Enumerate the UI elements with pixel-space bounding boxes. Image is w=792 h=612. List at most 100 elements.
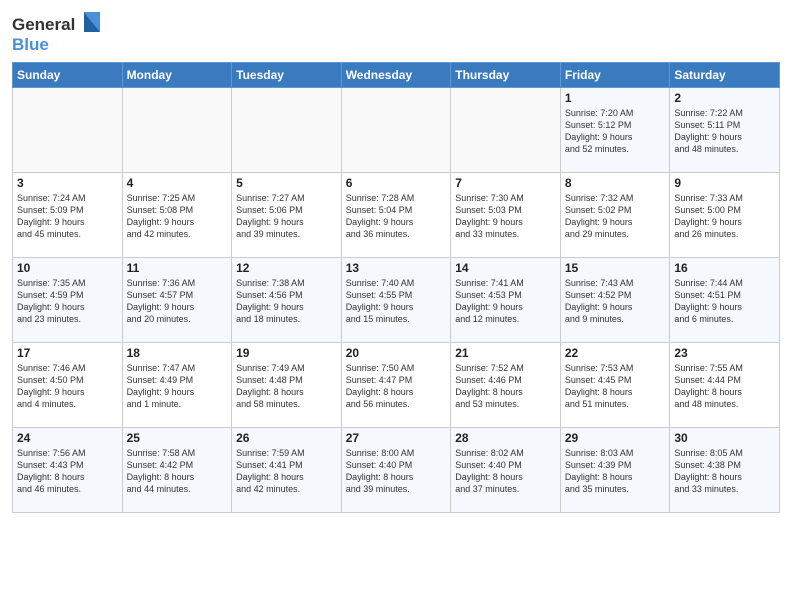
calendar-cell: 19Sunrise: 7:49 AM Sunset: 4:48 PM Dayli…: [232, 343, 342, 428]
logo: GeneralBlue: [12, 10, 102, 54]
day-info: Sunrise: 8:05 AM Sunset: 4:38 PM Dayligh…: [674, 447, 775, 496]
calendar-cell: 12 Sunrise: 7:38 AM Sunset: 4:56 PM Dayli…: [232, 258, 342, 343]
calendar-cell: 14 Sunrise: 7:41 AM Sunset: 4:53 PM Dayli…: [451, 258, 561, 343]
day-number: 24: [17, 431, 118, 445]
day-number: 15: [565, 261, 666, 275]
day-info: Sunrise: 7:56 AM Sunset: 4:43 PM Dayligh…: [17, 447, 118, 496]
day-info: Sunrise: 8:02 AM Sunset: 4:40 PM Dayligh…: [455, 447, 556, 496]
day-number: 17: [17, 346, 118, 360]
calendar-week-2: 3Sunrise: 7:24 AM Sunset: 5:09 PM Daylig…: [13, 173, 780, 258]
logo-svg: GeneralBlue: [12, 10, 102, 54]
calendar-cell: 26 Sunrise: 7:59 AM Sunset: 4:41 PM Dayli…: [232, 428, 342, 513]
calendar-week-1: 1Sunrise: 7:20 AM Sunset: 5:12 PM Daylig…: [13, 88, 780, 173]
day-info: Sunrise: 7:38 AM Sunset: 4:56 PM Dayligh…: [236, 277, 337, 326]
weekday-header-wednesday: Wednesday: [341, 63, 451, 88]
day-info: Sunrise: 7:43 AM Sunset: 4:52 PM Dayligh…: [565, 277, 666, 326]
day-number: 10: [17, 261, 118, 275]
day-info: Sunrise: 7:40 AM Sunset: 4:55 PM Dayligh…: [346, 277, 447, 326]
calendar-cell: [451, 88, 561, 173]
day-number: 6: [346, 176, 447, 190]
day-info: Sunrise: 7:52 AM Sunset: 4:46 PM Dayligh…: [455, 362, 556, 411]
day-number: 13: [346, 261, 447, 275]
day-info: Sunrise: 8:00 AM Sunset: 4:40 PM Dayligh…: [346, 447, 447, 496]
calendar-cell: 22 Sunrise: 7:53 AM Sunset: 4:45 PM Dayli…: [560, 343, 670, 428]
calendar-cell: 16 Sunrise: 7:44 AM Sunset: 4:51 PM Dayli…: [670, 258, 780, 343]
day-info: Sunrise: 7:55 AM Sunset: 4:44 PM Dayligh…: [674, 362, 775, 411]
calendar-cell: 24 Sunrise: 7:56 AM Sunset: 4:43 PM Dayli…: [13, 428, 123, 513]
day-info: Sunrise: 7:53 AM Sunset: 4:45 PM Dayligh…: [565, 362, 666, 411]
day-info: Sunrise: 7:46 AM Sunset: 4:50 PM Dayligh…: [17, 362, 118, 411]
day-number: 8: [565, 176, 666, 190]
weekday-header-monday: Monday: [122, 63, 232, 88]
day-info: Sunrise: 7:27 AM Sunset: 5:06 PM Dayligh…: [236, 192, 337, 241]
day-number: 11: [127, 261, 228, 275]
day-number: 18: [127, 346, 228, 360]
calendar-cell: 1Sunrise: 7:20 AM Sunset: 5:12 PM Daylig…: [560, 88, 670, 173]
calendar-cell: 17 Sunrise: 7:46 AM Sunset: 4:50 PM Dayli…: [13, 343, 123, 428]
day-number: 5: [236, 176, 337, 190]
day-number: 26: [236, 431, 337, 445]
day-number: 14: [455, 261, 556, 275]
calendar-week-5: 24 Sunrise: 7:56 AM Sunset: 4:43 PM Dayli…: [13, 428, 780, 513]
calendar-cell: 3Sunrise: 7:24 AM Sunset: 5:09 PM Daylig…: [13, 173, 123, 258]
day-number: 12: [236, 261, 337, 275]
day-number: 16: [674, 261, 775, 275]
day-number: 30: [674, 431, 775, 445]
day-info: Sunrise: 7:35 AM Sunset: 4:59 PM Dayligh…: [17, 277, 118, 326]
calendar-cell: 25 Sunrise: 7:58 AM Sunset: 4:42 PM Dayli…: [122, 428, 232, 513]
weekday-header-thursday: Thursday: [451, 63, 561, 88]
page-container: GeneralBlue SundayMondayTuesdayWednesday…: [0, 0, 792, 519]
day-info: Sunrise: 7:41 AM Sunset: 4:53 PM Dayligh…: [455, 277, 556, 326]
calendar-cell: 23 Sunrise: 7:55 AM Sunset: 4:44 PM Dayli…: [670, 343, 780, 428]
day-info: Sunrise: 7:50 AM Sunset: 4:47 PM Dayligh…: [346, 362, 447, 411]
day-number: 28: [455, 431, 556, 445]
weekday-header-friday: Friday: [560, 63, 670, 88]
calendar-cell: [341, 88, 451, 173]
day-number: 21: [455, 346, 556, 360]
calendar-cell: 20 Sunrise: 7:50 AM Sunset: 4:47 PM Dayli…: [341, 343, 451, 428]
day-info: Sunrise: 7:20 AM Sunset: 5:12 PM Dayligh…: [565, 107, 666, 156]
calendar-cell: 29 Sunrise: 8:03 AM Sunset: 4:39 PM Dayli…: [560, 428, 670, 513]
day-info: Sunrise: 7:49 AM Sunset: 4:48 PM Dayligh…: [236, 362, 337, 411]
calendar-cell: 28 Sunrise: 8:02 AM Sunset: 4:40 PM Dayli…: [451, 428, 561, 513]
calendar-table: SundayMondayTuesdayWednesdayThursdayFrid…: [12, 62, 780, 513]
calendar-cell: [232, 88, 342, 173]
day-number: 23: [674, 346, 775, 360]
day-number: 20: [346, 346, 447, 360]
day-number: 29: [565, 431, 666, 445]
day-info: Sunrise: 7:44 AM Sunset: 4:51 PM Dayligh…: [674, 277, 775, 326]
calendar-cell: 15 Sunrise: 7:43 AM Sunset: 4:52 PM Dayli…: [560, 258, 670, 343]
calendar-cell: 7 Sunrise: 7:30 AM Sunset: 5:03 PM Daylig…: [451, 173, 561, 258]
day-info: Sunrise: 7:25 AM Sunset: 5:08 PM Dayligh…: [127, 192, 228, 241]
day-info: Sunrise: 7:22 AM Sunset: 5:11 PM Dayligh…: [674, 107, 775, 156]
day-info: Sunrise: 7:30 AM Sunset: 5:03 PM Dayligh…: [455, 192, 556, 241]
calendar-cell: [13, 88, 123, 173]
day-info: Sunrise: 7:58 AM Sunset: 4:42 PM Dayligh…: [127, 447, 228, 496]
weekday-header-sunday: Sunday: [13, 63, 123, 88]
day-info: Sunrise: 7:36 AM Sunset: 4:57 PM Dayligh…: [127, 277, 228, 326]
calendar-cell: 4 Sunrise: 7:25 AM Sunset: 5:08 PM Daylig…: [122, 173, 232, 258]
day-info: Sunrise: 7:47 AM Sunset: 4:49 PM Dayligh…: [127, 362, 228, 411]
calendar-week-4: 17 Sunrise: 7:46 AM Sunset: 4:50 PM Dayli…: [13, 343, 780, 428]
day-number: 9: [674, 176, 775, 190]
calendar-cell: 21 Sunrise: 7:52 AM Sunset: 4:46 PM Dayli…: [451, 343, 561, 428]
calendar-cell: 27Sunrise: 8:00 AM Sunset: 4:40 PM Dayli…: [341, 428, 451, 513]
day-number: 25: [127, 431, 228, 445]
calendar-week-3: 10 Sunrise: 7:35 AM Sunset: 4:59 PM Dayli…: [13, 258, 780, 343]
day-info: Sunrise: 7:33 AM Sunset: 5:00 PM Dayligh…: [674, 192, 775, 241]
day-info: Sunrise: 7:59 AM Sunset: 4:41 PM Dayligh…: [236, 447, 337, 496]
svg-text:Blue: Blue: [12, 35, 49, 54]
day-info: Sunrise: 8:03 AM Sunset: 4:39 PM Dayligh…: [565, 447, 666, 496]
calendar-cell: 8 Sunrise: 7:32 AM Sunset: 5:02 PM Daylig…: [560, 173, 670, 258]
calendar-cell: 2Sunrise: 7:22 AM Sunset: 5:11 PM Daylig…: [670, 88, 780, 173]
day-number: 3: [17, 176, 118, 190]
day-number: 4: [127, 176, 228, 190]
day-number: 7: [455, 176, 556, 190]
calendar-cell: 5 Sunrise: 7:27 AM Sunset: 5:06 PM Daylig…: [232, 173, 342, 258]
weekday-header-saturday: Saturday: [670, 63, 780, 88]
weekday-header-row: SundayMondayTuesdayWednesdayThursdayFrid…: [13, 63, 780, 88]
calendar-cell: 10 Sunrise: 7:35 AM Sunset: 4:59 PM Dayli…: [13, 258, 123, 343]
calendar-cell: [122, 88, 232, 173]
day-number: 22: [565, 346, 666, 360]
day-info: Sunrise: 7:32 AM Sunset: 5:02 PM Dayligh…: [565, 192, 666, 241]
